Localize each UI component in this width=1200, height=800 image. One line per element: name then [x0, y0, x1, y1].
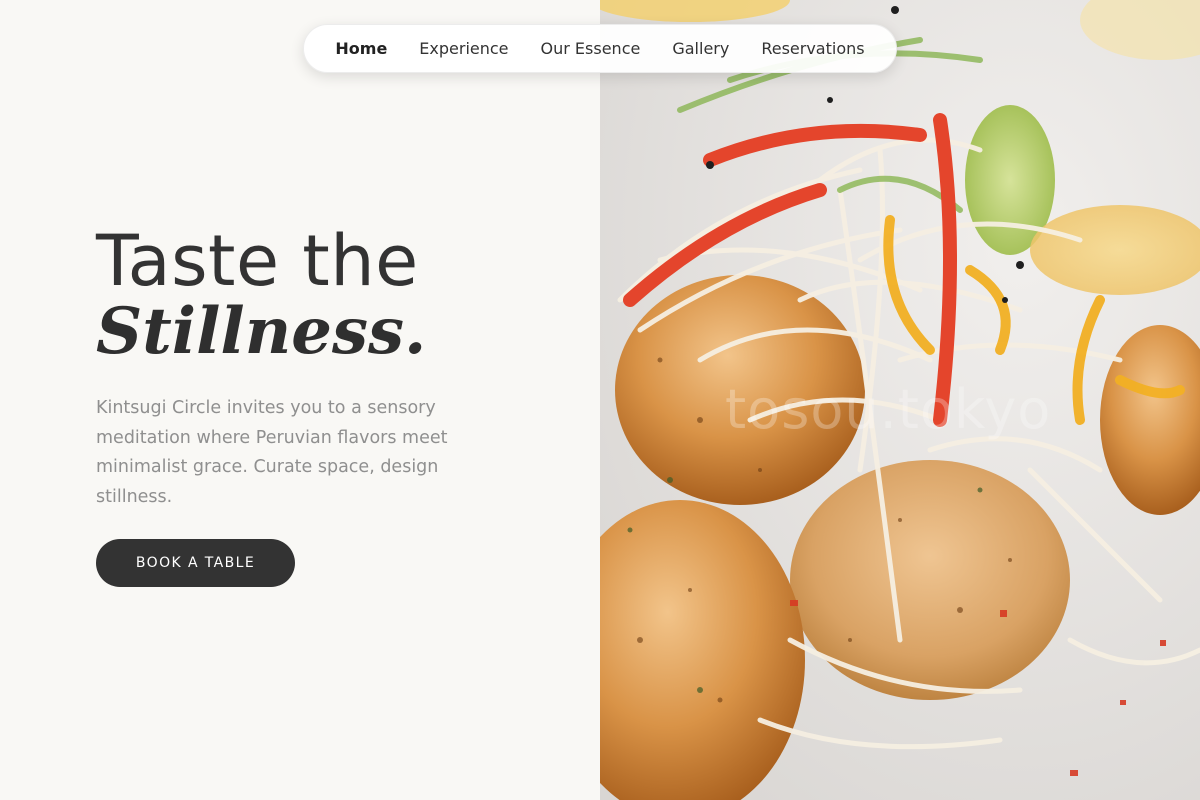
- nav-gallery[interactable]: Gallery: [672, 39, 729, 58]
- watermark-text: tosou.tokyo: [725, 378, 1052, 441]
- hero-title: Taste the Stillness.: [96, 222, 426, 368]
- main-nav: Home Experience Our Essence Gallery Rese…: [303, 24, 897, 73]
- book-table-button[interactable]: BOOK A TABLE: [96, 539, 295, 587]
- hero-title-line2: Stillness.: [96, 294, 427, 369]
- nav-home[interactable]: Home: [335, 39, 387, 58]
- hero-description: Kintsugi Circle invites you to a sensory…: [96, 398, 448, 507]
- hero-title-line1: Taste the: [96, 220, 419, 302]
- nav-experience[interactable]: Experience: [419, 39, 508, 58]
- page: Taste the Stillness. Kintsugi Circle inv…: [0, 0, 1200, 800]
- nav-our-essence[interactable]: Our Essence: [541, 39, 641, 58]
- hero-section: Taste the Stillness. Kintsugi Circle inv…: [0, 0, 600, 800]
- nav-reservations[interactable]: Reservations: [761, 39, 864, 58]
